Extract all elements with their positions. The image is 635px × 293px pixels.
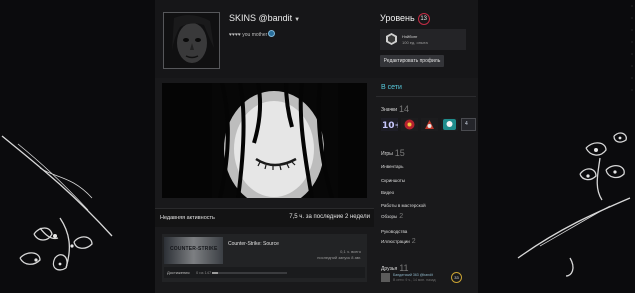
level-badge[interactable]: 13 bbox=[417, 13, 430, 25]
profile-status: ♥♥♥♥ you mother bbox=[229, 30, 276, 38]
game-capsule-text: COUNTER-STRIKE bbox=[170, 246, 218, 252]
achievements-progress-bar bbox=[212, 272, 287, 274]
artwork-showcase[interactable] bbox=[162, 83, 367, 198]
achievements-row[interactable]: Достижения 0 из 147 bbox=[164, 267, 365, 278]
badges-label: Значки bbox=[381, 107, 398, 113]
badge-red-emblem-icon[interactable] bbox=[401, 118, 418, 131]
badge-salt-icon[interactable] bbox=[421, 118, 438, 131]
username-text: SKINS @bandit bbox=[229, 13, 293, 23]
game-capsule-image[interactable]: COUNTER-STRIKE bbox=[164, 237, 223, 264]
game-last-played: последний запуск 8 авг. bbox=[317, 255, 361, 260]
divider bbox=[376, 96, 476, 97]
avatar[interactable] bbox=[163, 12, 220, 69]
friend-avatar[interactable] bbox=[381, 273, 390, 282]
avatar-image bbox=[164, 13, 219, 68]
recent-game-card[interactable]: COUNTER-STRIKE Counter-Strike: Source 0,… bbox=[162, 234, 367, 282]
achievements-progress: 0 из 147 bbox=[196, 270, 212, 275]
link-workshop[interactable]: Работы в мастерской bbox=[381, 202, 428, 209]
link-screenshots[interactable]: Скриншоты bbox=[381, 177, 407, 184]
profile-panel: SKINS @bandit ▼ ♥♥♥♥ you mother Уровень 13… bbox=[155, 0, 478, 293]
steam-icon bbox=[268, 30, 276, 37]
link-label: Скриншоты bbox=[381, 178, 406, 183]
link-artwork[interactable]: Иллюстрации 2 bbox=[381, 238, 416, 245]
featured-badge-name: Нэйбинг bbox=[402, 34, 418, 39]
edit-profile-button[interactable]: Редактировать профиль bbox=[380, 55, 444, 67]
link-label: Инвентарь bbox=[381, 164, 404, 169]
badge-sale-icon[interactable] bbox=[441, 118, 458, 131]
online-status: В сети bbox=[381, 84, 402, 91]
link-label: Руководства bbox=[381, 229, 408, 234]
recent-activity-summary: 7,5 ч. за последние 2 недели bbox=[289, 214, 370, 220]
games-label: Игры bbox=[381, 151, 393, 157]
link-label: Обзоры bbox=[381, 214, 398, 219]
link-reviews[interactable]: Обзоры 2 bbox=[381, 213, 403, 220]
game-hours: 0,1 ч. всего bbox=[340, 249, 361, 254]
flower-illustration-right bbox=[517, 132, 631, 277]
friend-status: В сети: 9 ч., 14 мин. назад bbox=[393, 278, 436, 282]
badges-count: 14 bbox=[399, 104, 410, 114]
link-count: 2 bbox=[411, 238, 416, 245]
level-label: Уровень bbox=[380, 13, 415, 23]
link-label: Иллюстрации bbox=[381, 239, 410, 244]
more-badges-count: 4 bbox=[465, 121, 468, 127]
featured-badge-xp: 100 ед. опыта bbox=[402, 40, 428, 45]
friends-label: Друзья bbox=[381, 266, 398, 272]
link-videos[interactable]: Видео bbox=[381, 189, 396, 196]
friend-level-badge: 33 bbox=[451, 272, 462, 283]
games-count: 15 bbox=[394, 148, 405, 158]
link-label: Видео bbox=[381, 190, 395, 195]
badge-emblem-icon bbox=[386, 33, 397, 45]
friend-item[interactable]: Бандитский 363 @bandit В сети: 9 ч., 14 … bbox=[381, 272, 471, 283]
link-count: 2 bbox=[399, 213, 404, 220]
recent-activity-title: Недавняя активность bbox=[160, 215, 215, 221]
flower-illustration-left bbox=[1, 135, 113, 271]
game-name[interactable]: Counter-Strike: Source bbox=[228, 241, 279, 247]
badge-years-of-service-icon[interactable]: 10+ bbox=[381, 118, 398, 131]
chevron-down-icon[interactable]: ▼ bbox=[294, 17, 300, 23]
level-section: Уровень 13 bbox=[380, 13, 430, 25]
link-label: Работы в мастерской bbox=[381, 203, 426, 208]
profile-header: SKINS @bandit ▼ ♥♥♥♥ you mother Уровень 13… bbox=[155, 0, 478, 78]
link-inventory[interactable]: Инвентарь bbox=[381, 163, 405, 170]
recent-activity-header: Недавняя активность 7,5 ч. за последние … bbox=[155, 208, 374, 227]
friends-section-title[interactable]: Друзья 11 bbox=[381, 263, 409, 273]
friends-count: 11 bbox=[399, 263, 409, 273]
scrollbar-track[interactable] bbox=[629, 0, 635, 100]
status-text: ♥♥♥♥ you mother bbox=[229, 32, 268, 38]
profile-sidebar: В сети Значки14 10+ bbox=[376, 78, 476, 293]
badges-section-title[interactable]: Значки 14 bbox=[381, 104, 409, 114]
more-badges-button[interactable] bbox=[461, 118, 476, 131]
featured-badge[interactable]: Нэйбинг 100 ед. опыта bbox=[380, 29, 466, 50]
friend-name: Бандитский 363 @bandit bbox=[393, 273, 433, 277]
profile-username[interactable]: SKINS @bandit ▼ bbox=[229, 13, 300, 23]
link-guides[interactable]: Руководства bbox=[381, 228, 409, 235]
achievements-label: Достижения bbox=[167, 270, 190, 275]
achievements-progress-fill bbox=[212, 272, 218, 274]
showcase-artwork-image bbox=[162, 83, 367, 198]
svg-text:10+: 10+ bbox=[382, 121, 398, 131]
games-section-title[interactable]: Игры 15 bbox=[381, 148, 405, 158]
